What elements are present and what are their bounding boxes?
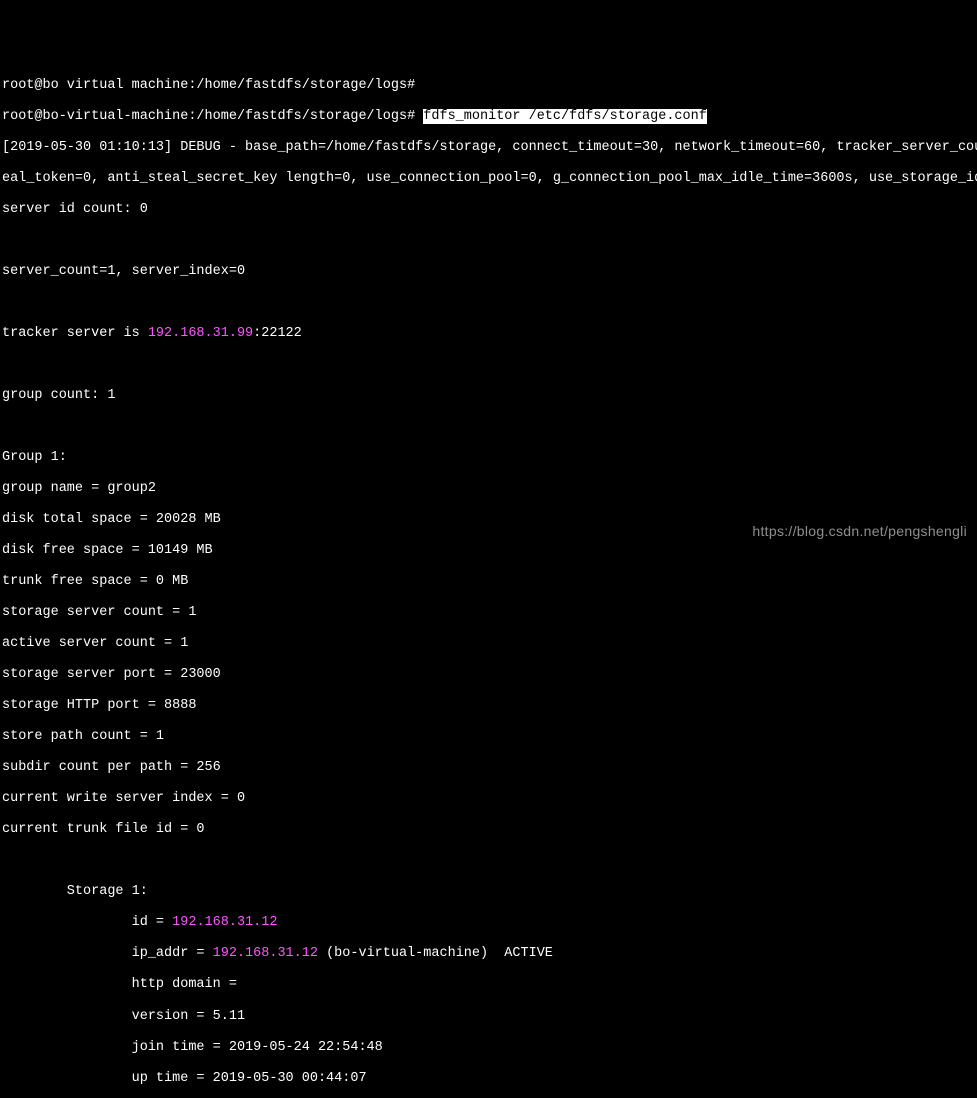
blank-line [2, 233, 975, 249]
shell-prompt: root@bo-virtual-machine:/home/fastdfs/st… [2, 109, 415, 124]
storage-id-ip: 192.168.31.12 [172, 915, 277, 930]
entered-command: fdfs_monitor /etc/fdfs/storage.conf [423, 109, 707, 124]
up-time: up time = 2019-05-30 00:44:07 [2, 1071, 975, 1087]
prompt-line: root@bo-virtual-machine:/home/fastdfs/st… [2, 109, 975, 125]
storage-ip-addr: 192.168.31.12 [213, 946, 318, 961]
tracker-port: :22122 [253, 326, 302, 341]
subdir-count: subdir count per path = 256 [2, 760, 975, 776]
active-server-count: active server count = 1 [2, 636, 975, 652]
server-count-line: server_count=1, server_index=0 [2, 264, 975, 280]
prev-prompt-line: root@bo virtual machine:/home/fastdfs/st… [2, 78, 975, 94]
group-name: group name = group2 [2, 481, 975, 497]
storage-http-port: storage HTTP port = 8888 [2, 698, 975, 714]
storage-ip: ip_addr = 192.168.31.12 (bo-virtual-mach… [2, 946, 975, 962]
disk-free: disk free space = 10149 MB [2, 543, 975, 559]
blank-line [2, 853, 975, 869]
tracker-label: tracker server is [2, 326, 148, 341]
version: version = 5.11 [2, 1009, 975, 1025]
group-count: group count: 1 [2, 388, 975, 404]
blank-line [2, 357, 975, 373]
store-path-count: store path count = 1 [2, 729, 975, 745]
current-write-server: current write server index = 0 [2, 791, 975, 807]
storage-header: Storage 1: [2, 884, 975, 900]
watermark-text: https://blog.csdn.net/pengshengli [752, 523, 967, 539]
join-time: join time = 2019-05-24 22:54:48 [2, 1040, 975, 1056]
debug-line-2: eal_token=0, anti_steal_secret_key lengt… [2, 171, 975, 187]
storage-ip-suffix: (bo-virtual-machine) ACTIVE [318, 946, 553, 961]
server-id-count: server id count: 0 [2, 202, 975, 218]
terminal-output[interactable]: root@bo virtual machine:/home/fastdfs/st… [0, 62, 977, 1098]
ip-label: ip_addr = [2, 946, 213, 961]
debug-line-1: [2019-05-30 01:10:13] DEBUG - base_path=… [2, 140, 975, 156]
group-header: Group 1: [2, 450, 975, 466]
blank-line [2, 295, 975, 311]
storage-server-count: storage server count = 1 [2, 605, 975, 621]
storage-server-port: storage server port = 23000 [2, 667, 975, 683]
tracker-ip: 192.168.31.99 [148, 326, 253, 341]
current-trunk-file: current trunk file id = 0 [2, 822, 975, 838]
tracker-line: tracker server is 192.168.31.99:22122 [2, 326, 975, 342]
http-domain: http domain = [2, 977, 975, 993]
blank-line [2, 419, 975, 435]
storage-id: id = 192.168.31.12 [2, 915, 975, 931]
trunk-free: trunk free space = 0 MB [2, 574, 975, 590]
id-label: id = [2, 915, 172, 930]
